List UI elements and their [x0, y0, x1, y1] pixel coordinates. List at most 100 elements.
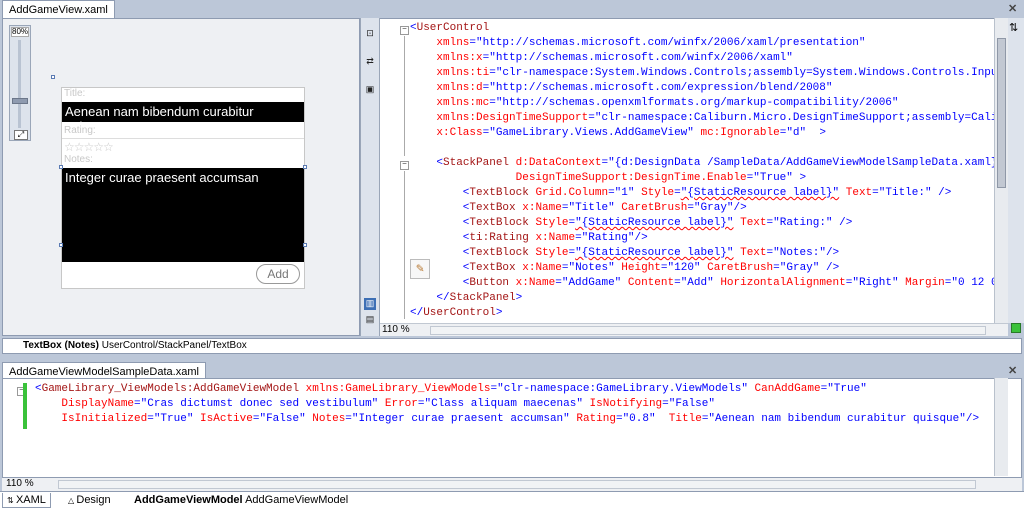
code-token: Height: [614, 262, 661, 274]
code-token: xmlns: [410, 37, 470, 49]
code-token: "0.8": [622, 413, 656, 425]
tab-label: Design: [76, 494, 111, 506]
code-token: Text: [839, 187, 873, 199]
code-zoom-level[interactable]: 110 %: [382, 324, 410, 335]
collapse-icon[interactable]: −: [400, 26, 409, 35]
zoom-slider[interactable]: 80% ⤢: [9, 25, 31, 141]
split-editor-icon[interactable]: ⇅: [1009, 21, 1018, 34]
code-token: "False": [259, 413, 306, 425]
selection-handle[interactable]: [59, 243, 63, 247]
title-textbox-preview[interactable]: Aenean nam bibendum curabitur quisque: [62, 102, 304, 134]
code-token: />: [931, 187, 952, 199]
vertical-split-icon[interactable]: ▥: [364, 298, 376, 310]
code-token: </: [410, 292, 450, 304]
breadcrumb-path[interactable]: UserControl/StackPanel/TextBox: [102, 340, 247, 351]
right-toolbar: ⇅: [1008, 18, 1024, 333]
rating-stars[interactable]: ☆☆☆☆☆: [64, 140, 114, 154]
code-token: "Notes": [568, 262, 615, 274]
code-token: "Gray": [693, 202, 734, 214]
design-surface[interactable]: 80% ⤢ Title: Aenean nam bibendum curabit…: [2, 18, 360, 336]
code-gutter: − − ✎: [380, 19, 430, 323]
sample-data-editor[interactable]: − <GameLibrary_ViewModels:AddGameViewMod…: [2, 378, 1022, 478]
code-token: TextBlock: [469, 187, 529, 199]
collapse-icon[interactable]: −: [400, 161, 409, 170]
code-token: "Right": [852, 277, 899, 289]
code-token: "clr-namespace:GameLibrary.ViewModels": [497, 383, 748, 395]
code-token: =: [147, 413, 154, 425]
code-token: <: [410, 247, 470, 259]
swap-panes-icon[interactable]: ⊡: [364, 28, 376, 40]
code-token: CanAddGame: [747, 383, 821, 395]
code-token: =: [588, 112, 595, 124]
notes-label-ghost: Notes:: [64, 154, 93, 165]
bottom-breadcrumb[interactable]: AddGameViewModel AddGameViewModel: [130, 493, 352, 507]
code-zoom-level[interactable]: 110 %: [6, 478, 34, 489]
code-token: "clr-namespace:System.Windows.Controls;a…: [495, 67, 994, 79]
code-token: "True": [753, 172, 793, 184]
split-toolbar: ⊡ ⇄ ▣ ▥ ▤: [360, 18, 380, 336]
vertical-scrollbar[interactable]: [994, 18, 1008, 323]
horizontal-split-icon[interactable]: ▤: [364, 314, 376, 326]
code-token: "AddGame": [561, 277, 622, 289]
code-token: >: [495, 307, 503, 319]
code-line: xmlns:mc="http://schemas.openxmlformats.…: [410, 96, 898, 111]
code-token: =: [872, 187, 879, 199]
horizontal-scrollbar[interactable]: [430, 326, 986, 335]
code-line: </StackPanel>: [410, 291, 522, 306]
code-line: <TextBox x:Name="Notes" Height="120" Car…: [410, 261, 839, 276]
selection-handle[interactable]: [303, 243, 307, 247]
close-icon[interactable]: ✕: [1008, 364, 1017, 377]
code-token: x:Name: [528, 232, 576, 244]
status-indicator-icon: [1011, 323, 1021, 333]
code-token: "0 12 0 0": [951, 277, 994, 289]
code-line: <UserControl: [410, 21, 489, 36]
xaml-code-editor[interactable]: − − ✎ <UserControl xmlns="http://schemas…: [380, 18, 994, 323]
tab-addgameview[interactable]: AddGameView.xaml: [2, 0, 115, 18]
code-token: Button: [469, 277, 510, 289]
code-token: =: [555, 277, 562, 289]
code-token: xmlns:ti: [410, 67, 490, 79]
code-token: "d": [786, 127, 807, 139]
form-preview[interactable]: Title: Aenean nam bibendum curabitur qui…: [61, 87, 305, 289]
tab-design[interactable]: △ Design: [64, 493, 115, 507]
code-token: "clr-namespace:Caliburn.Micro.DesignTime…: [594, 112, 994, 124]
notes-value: Integer curae praesent accumsan: [65, 170, 259, 185]
change-bar: [23, 383, 27, 429]
tab-xaml[interactable]: ⇅ XAML: [2, 493, 51, 508]
selection-handle[interactable]: [59, 165, 63, 169]
code-token: Margin: [898, 277, 945, 289]
rating-label-ghost: Rating:: [64, 125, 96, 136]
sort-icon: ⇅: [7, 496, 16, 505]
code-line: x:Class="GameLibrary.Views.AddGameView" …: [410, 126, 826, 141]
fold-line: [404, 36, 405, 156]
code-status-bar: 110 %: [2, 478, 1022, 491]
vertical-scrollbar[interactable]: [994, 378, 1008, 476]
add-button-preview[interactable]: Add: [256, 264, 300, 284]
fit-to-screen-icon[interactable]: ⤢: [14, 130, 28, 140]
selection-handle[interactable]: [303, 165, 307, 169]
move-handle-icon[interactable]: [51, 75, 55, 79]
code-token: x:Name: [509, 277, 556, 289]
code-token: xmlns:GameLibrary_ViewModels: [299, 383, 491, 395]
code-token: IsActive: [193, 413, 253, 425]
code-token: StackPanel: [443, 157, 510, 169]
tab-label: AddGameView.xaml: [9, 4, 108, 16]
code-token: Text: [733, 247, 767, 259]
code-line: <ti:Rating x:Name="Rating"/>: [410, 231, 648, 246]
horizontal-scrollbar[interactable]: [58, 480, 976, 489]
code-line: <GameLibrary_ViewModels:AddGameViewModel…: [35, 382, 867, 397]
scroll-thumb[interactable]: [997, 38, 1006, 188]
code-token: d:DataContext: [509, 157, 602, 169]
breadcrumb-element[interactable]: TextBox (Notes): [23, 340, 99, 351]
code-token: xmlns:x: [410, 52, 483, 64]
fold-line: [404, 171, 405, 319]
code-token: <: [410, 277, 470, 289]
code-token: UserControl: [416, 22, 490, 34]
notes-textbox-preview[interactable]: Integer curae praesent accumsan: [62, 168, 304, 262]
collapse-pane-icon[interactable]: ▣: [364, 84, 376, 96]
swap-icon[interactable]: ⇄: [364, 56, 376, 68]
code-token: "1": [614, 187, 635, 199]
breadcrumb-element: AddGameViewModel: [134, 494, 243, 506]
zoom-thumb[interactable]: [12, 98, 28, 104]
close-icon[interactable]: ✕: [1008, 2, 1017, 15]
